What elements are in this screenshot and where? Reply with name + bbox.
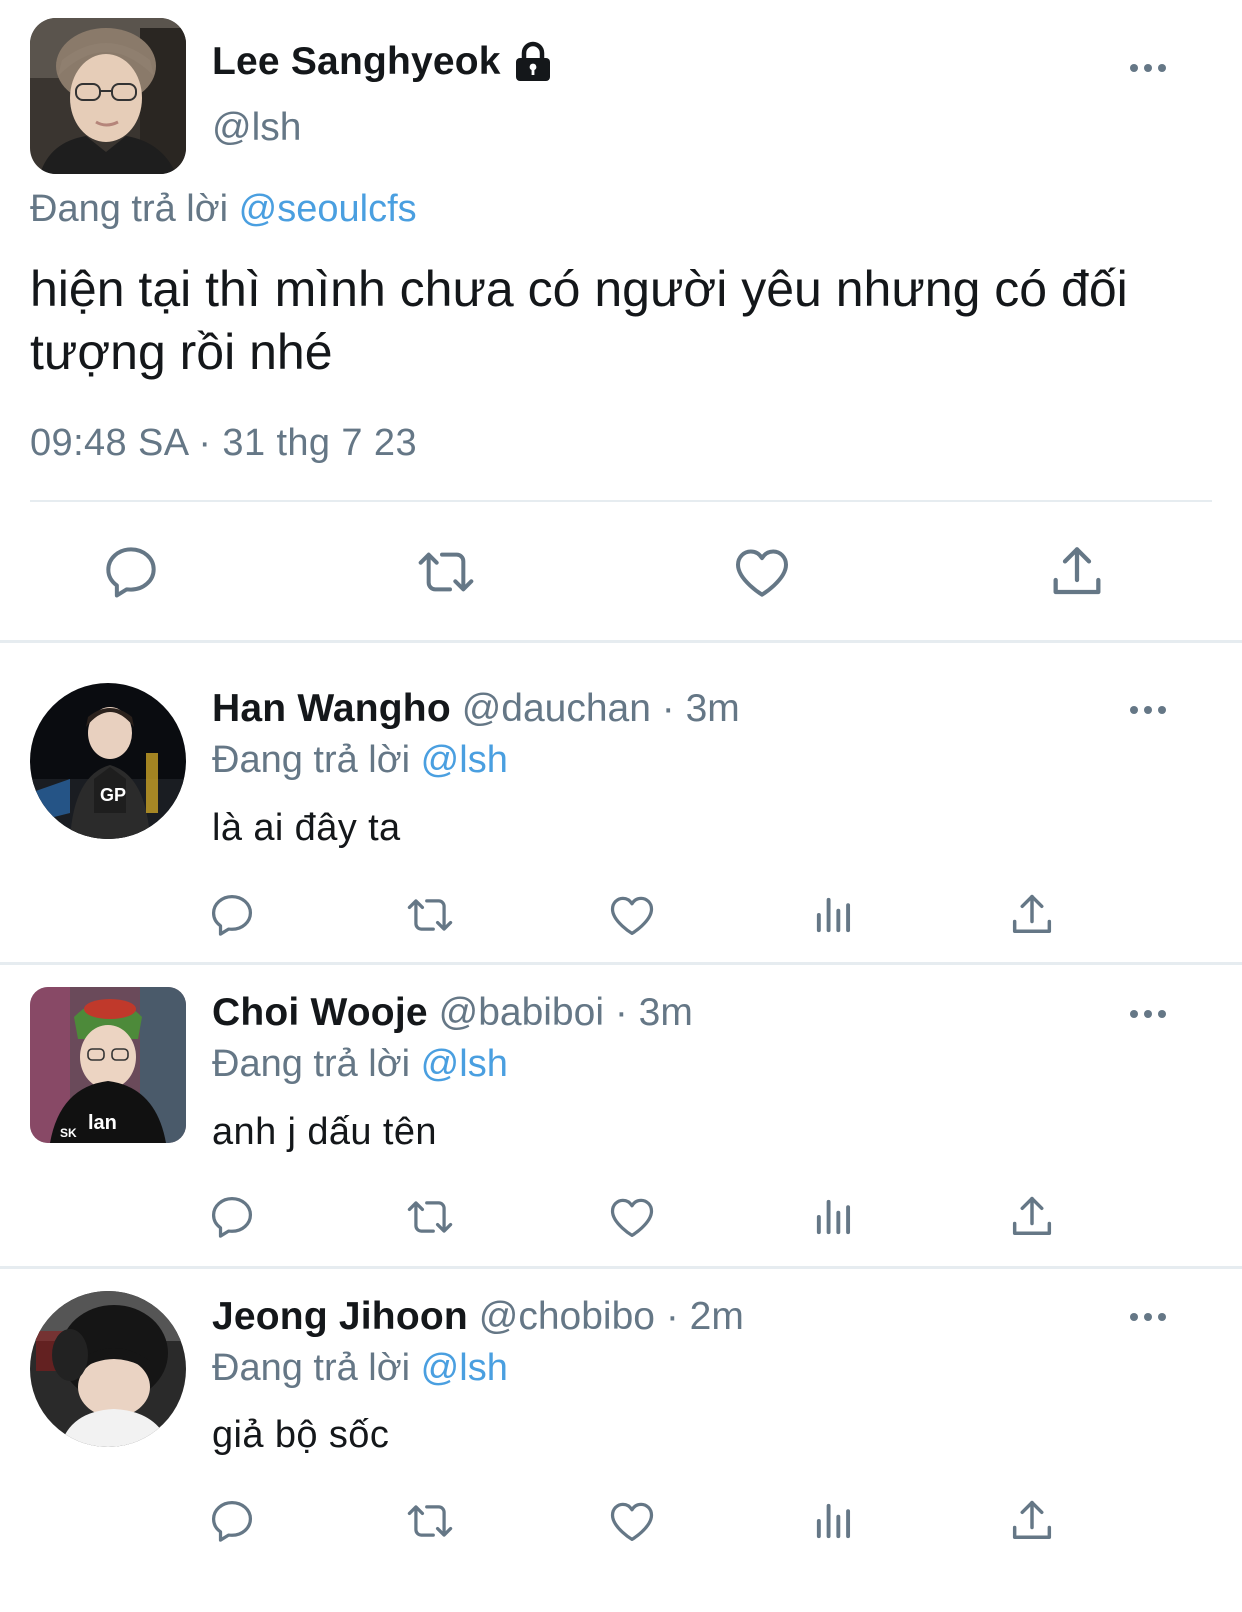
svg-text:SK: SK (60, 1126, 77, 1140)
main-tweet: Lee Sanghyeok @lsh Đang trả lời @seoulcf… (0, 0, 1242, 660)
tweet-timestamp[interactable]: 09:48 SA · 31 thg 7 23 (30, 422, 417, 465)
reply-text: là ai đây ta (212, 807, 401, 849)
svg-text:lan: lan (88, 1112, 117, 1134)
reply-author-handle[interactable]: @chobibo (479, 1295, 655, 1338)
analytics-icon[interactable] (808, 1191, 860, 1243)
replying-to: Đang trả lời @lsh (212, 739, 508, 782)
reply-time: · 2m (665, 1295, 744, 1338)
retweet-icon[interactable] (414, 540, 478, 604)
share-icon[interactable] (1006, 889, 1058, 941)
replying-to: Đang trả lời @seoulcfs (30, 188, 417, 231)
reply-icon[interactable] (99, 540, 163, 604)
more-options-icon[interactable] (1128, 704, 1168, 716)
more-options-icon[interactable] (1128, 62, 1168, 74)
reply-icon[interactable] (206, 1495, 258, 1547)
reply-tweet: lan SK Choi Wooje @babiboi · 3m Đang trả… (0, 965, 1242, 1265)
retweet-icon[interactable] (404, 1495, 456, 1547)
replying-prefix: Đang trả lời (212, 1043, 411, 1085)
like-icon[interactable] (606, 1191, 658, 1243)
author-name[interactable]: Lee Sanghyeok (212, 40, 501, 84)
mention-link[interactable]: @lsh (421, 1043, 508, 1085)
reply-tweet: GP Han Wangho @dauchan · 3m Đang trả lời… (0, 643, 1242, 961)
mention-link[interactable]: @seoulcfs (239, 188, 417, 230)
like-icon[interactable] (730, 540, 794, 604)
more-options-icon[interactable] (1128, 1311, 1168, 1323)
reply-header: Han Wangho @dauchan · 3m (212, 687, 740, 731)
reply-time: · 3m (661, 687, 740, 730)
avatar[interactable]: GP (30, 683, 186, 839)
reply-author-name[interactable]: Choi Wooje (212, 991, 428, 1034)
reply-text: anh j dấu tên (212, 1111, 437, 1153)
reply-tweet: Jeong Jihoon @chobibo · 2m Đang trả lời … (0, 1269, 1242, 1612)
replying-prefix: Đang trả lời (212, 1347, 411, 1389)
replying-to: Đang trả lời @lsh (212, 1347, 508, 1390)
mention-link[interactable]: @lsh (421, 1347, 508, 1389)
lock-icon (513, 41, 553, 83)
avatar[interactable] (30, 18, 186, 174)
analytics-icon[interactable] (808, 889, 860, 941)
author-name-row: Lee Sanghyeok (212, 40, 553, 84)
reply-author-name[interactable]: Jeong Jihoon (212, 1295, 468, 1338)
replying-to: Đang trả lời @lsh (212, 1043, 508, 1086)
mention-link[interactable]: @lsh (421, 739, 508, 781)
svg-text:GP: GP (100, 785, 126, 805)
more-options-icon[interactable] (1128, 1008, 1168, 1020)
avatar[interactable]: lan SK (30, 987, 186, 1143)
reply-header: Choi Wooje @babiboi · 3m (212, 991, 693, 1035)
share-icon[interactable] (1006, 1495, 1058, 1547)
reply-author-handle[interactable]: @dauchan (462, 687, 651, 730)
retweet-icon[interactable] (404, 1191, 456, 1243)
share-icon[interactable] (1006, 1191, 1058, 1243)
analytics-icon[interactable] (808, 1495, 860, 1547)
avatar[interactable] (30, 1291, 186, 1447)
reply-icon[interactable] (206, 889, 258, 941)
retweet-icon[interactable] (404, 889, 456, 941)
reply-icon[interactable] (206, 1191, 258, 1243)
reply-author-handle[interactable]: @babiboi (439, 991, 604, 1034)
author-handle[interactable]: @lsh (212, 106, 301, 150)
reply-header: Jeong Jihoon @chobibo · 2m (212, 1295, 744, 1339)
replying-prefix: Đang trả lời (30, 188, 229, 230)
tweet-text: hiện tại thì mình chưa có người yêu nhưn… (30, 261, 1128, 380)
reply-time: · 3m (614, 991, 693, 1034)
reply-text: giả bộ sốc (212, 1414, 390, 1456)
share-icon[interactable] (1045, 540, 1109, 604)
like-icon[interactable] (606, 889, 658, 941)
like-icon[interactable] (606, 1495, 658, 1547)
replying-prefix: Đang trả lời (212, 739, 411, 781)
divider (30, 500, 1212, 502)
reply-author-name[interactable]: Han Wangho (212, 687, 451, 730)
